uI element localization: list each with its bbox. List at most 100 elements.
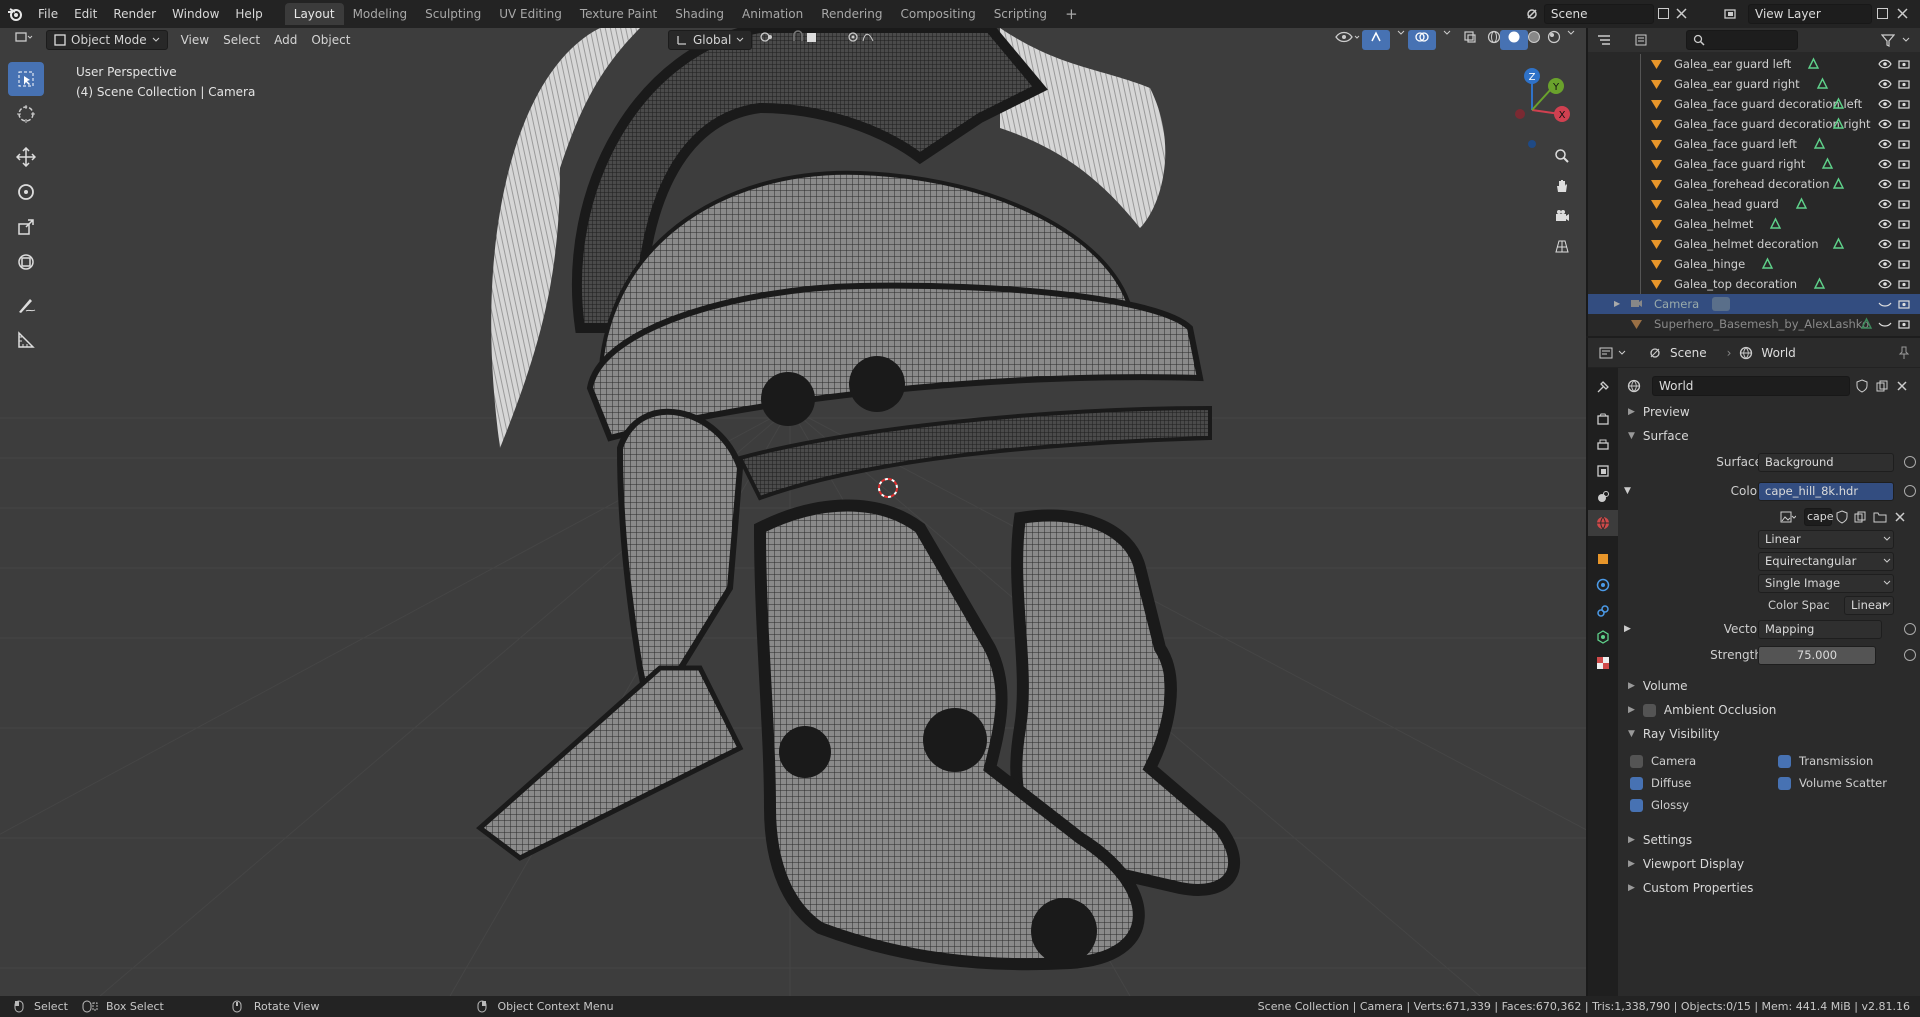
- ray-transmission-option[interactable]: Transmission: [1778, 754, 1873, 768]
- source-dropdown[interactable]: Single Image: [1758, 573, 1894, 593]
- tab-uv-editing[interactable]: UV Editing: [490, 3, 571, 25]
- world-tab-icon[interactable]: [1588, 510, 1618, 536]
- eye-icon[interactable]: [1878, 139, 1892, 149]
- overlays-dropdown-icon[interactable]: [1436, 30, 1458, 50]
- vector-value-field[interactable]: Mapping: [1758, 619, 1882, 639]
- image-unlink-icon[interactable]: [1890, 507, 1910, 527]
- annotate-tool-icon[interactable]: [8, 288, 44, 322]
- ray-glossy-option[interactable]: Glossy: [1630, 798, 1689, 812]
- outliner-editor-icon[interactable]: [1594, 30, 1614, 50]
- menu-render[interactable]: Render: [105, 0, 164, 28]
- mesh-data-icon[interactable]: [1832, 97, 1845, 110]
- expand-arrow-icon[interactable]: ▶: [1614, 294, 1620, 314]
- editor-type-icon[interactable]: [8, 30, 40, 50]
- tab-rendering[interactable]: Rendering: [812, 3, 891, 25]
- pan-hand-icon[interactable]: [1548, 172, 1576, 200]
- physics-tab-icon[interactable]: [1588, 572, 1618, 598]
- ambient-occlusion-checkbox[interactable]: [1642, 703, 1656, 717]
- outliner-item[interactable]: Galea_head guard: [1588, 194, 1920, 214]
- surface-socket-icon[interactable]: [1904, 456, 1916, 468]
- eye-icon[interactable]: [1878, 279, 1892, 289]
- render-camera-icon[interactable]: [1898, 159, 1910, 169]
- camera-view-icon[interactable]: [1548, 202, 1576, 230]
- tab-texture-paint[interactable]: Texture Paint: [571, 3, 666, 25]
- orientation-dropdown[interactable]: Global: [668, 30, 753, 50]
- surface-value-field[interactable]: Background: [1758, 452, 1894, 472]
- mode-dropdown[interactable]: Object Mode: [46, 30, 168, 50]
- render-tab-icon[interactable]: [1588, 406, 1618, 432]
- display-mode-icon[interactable]: [1632, 30, 1652, 50]
- surface-panel-header[interactable]: ▼ Surface: [1618, 424, 1920, 448]
- ray-diffuse-option[interactable]: Diffuse: [1630, 776, 1691, 790]
- eye-icon[interactable]: [1878, 159, 1892, 169]
- new-view-layer-icon[interactable]: [1872, 4, 1892, 24]
- shading-dropdown-icon[interactable]: [1560, 30, 1582, 50]
- eye-icon[interactable]: [1878, 179, 1892, 189]
- render-camera-icon[interactable]: [1898, 279, 1910, 289]
- zoom-icon[interactable]: [1548, 142, 1576, 170]
- constraints-tab-icon[interactable]: [1588, 598, 1618, 624]
- projection-dropdown[interactable]: Equirectangular: [1758, 551, 1894, 571]
- tab-animation[interactable]: Animation: [733, 3, 812, 25]
- fake-user-icon[interactable]: [1852, 376, 1872, 396]
- tab-compositing[interactable]: Compositing: [891, 3, 984, 25]
- color-expand-icon[interactable]: ▼: [1624, 486, 1631, 496]
- snap-icon[interactable]: [784, 30, 828, 50]
- mesh-data-icon[interactable]: [1813, 277, 1826, 290]
- eye-icon[interactable]: [1878, 259, 1892, 269]
- world-datablock-icon[interactable]: [1624, 376, 1644, 396]
- navigation-gizmo[interactable]: Z Y X: [1500, 58, 1580, 148]
- image-browse-icon[interactable]: [1778, 507, 1798, 527]
- outliner-item-camera[interactable]: ▶ Camera: [1588, 294, 1920, 314]
- measure-tool-icon[interactable]: [8, 323, 44, 357]
- add-menu[interactable]: Add: [267, 30, 304, 50]
- render-camera-icon[interactable]: [1898, 119, 1910, 129]
- add-workspace-button[interactable]: +: [1056, 3, 1087, 25]
- viewport-display-panel-header[interactable]: ▶ Viewport Display: [1618, 852, 1920, 876]
- cursor-tool-icon[interactable]: [8, 97, 44, 131]
- render-camera-icon[interactable]: [1898, 319, 1910, 329]
- data-tab-icon[interactable]: [1588, 624, 1618, 650]
- properties-editor-icon[interactable]: [1596, 343, 1616, 363]
- tab-sculpting[interactable]: Sculpting: [416, 3, 490, 25]
- scene-name-field[interactable]: Scene: [1543, 3, 1655, 24]
- eye-hidden-icon[interactable]: [1878, 299, 1892, 309]
- outliner-item[interactable]: Galea_face guard decoration left: [1588, 94, 1920, 114]
- eye-icon[interactable]: [1878, 119, 1892, 129]
- render-camera-icon[interactable]: [1898, 139, 1910, 149]
- image-fake-user-icon[interactable]: [1832, 507, 1852, 527]
- eye-icon[interactable]: [1878, 99, 1892, 109]
- preview-panel-header[interactable]: ▶ Preview: [1618, 400, 1920, 424]
- menu-edit[interactable]: Edit: [66, 0, 105, 28]
- view-layer-tab-icon[interactable]: [1588, 458, 1618, 484]
- ambient-occlusion-panel-header[interactable]: ▶ Ambient Occlusion: [1618, 698, 1920, 722]
- new-scene-icon[interactable]: [1654, 4, 1672, 24]
- settings-panel-header[interactable]: ▶ Settings: [1618, 828, 1920, 852]
- mesh-data-icon[interactable]: [1860, 317, 1873, 330]
- pivot-icon[interactable]: [752, 30, 782, 50]
- custom-properties-panel-header[interactable]: ▶ Custom Properties: [1618, 876, 1920, 900]
- menu-help[interactable]: Help: [227, 0, 270, 28]
- outliner-item[interactable]: Galea_ear guard left: [1588, 54, 1920, 74]
- strength-socket-icon[interactable]: [1904, 649, 1916, 661]
- eye-hidden-icon[interactable]: [1878, 319, 1892, 329]
- object-tab-icon[interactable]: [1588, 546, 1618, 572]
- render-camera-icon[interactable]: [1898, 99, 1910, 109]
- image-open-folder-icon[interactable]: [1870, 507, 1890, 527]
- render-camera-icon[interactable]: [1898, 299, 1910, 309]
- overlays-toggle-icon[interactable]: [1408, 30, 1436, 50]
- menu-window[interactable]: Window: [164, 0, 227, 28]
- eye-icon[interactable]: [1878, 199, 1892, 209]
- ray-camera-checkbox[interactable]: [1630, 755, 1643, 768]
- render-camera-icon[interactable]: [1898, 219, 1910, 229]
- outliner-item[interactable]: Galea_ear guard right: [1588, 74, 1920, 94]
- eye-icon[interactable]: [1878, 79, 1892, 89]
- view-menu[interactable]: View: [174, 30, 216, 50]
- outliner-item-superhero[interactable]: Superhero_Basemesh_by_AlexLashko: [1588, 314, 1920, 334]
- menu-file[interactable]: File: [30, 0, 66, 28]
- mesh-data-icon[interactable]: [1816, 77, 1829, 90]
- render-camera-icon[interactable]: [1898, 179, 1910, 189]
- ray-glossy-checkbox[interactable]: [1630, 799, 1643, 812]
- image-name-field[interactable]: cape: [1804, 508, 1834, 526]
- filter-icon[interactable]: [1878, 30, 1898, 50]
